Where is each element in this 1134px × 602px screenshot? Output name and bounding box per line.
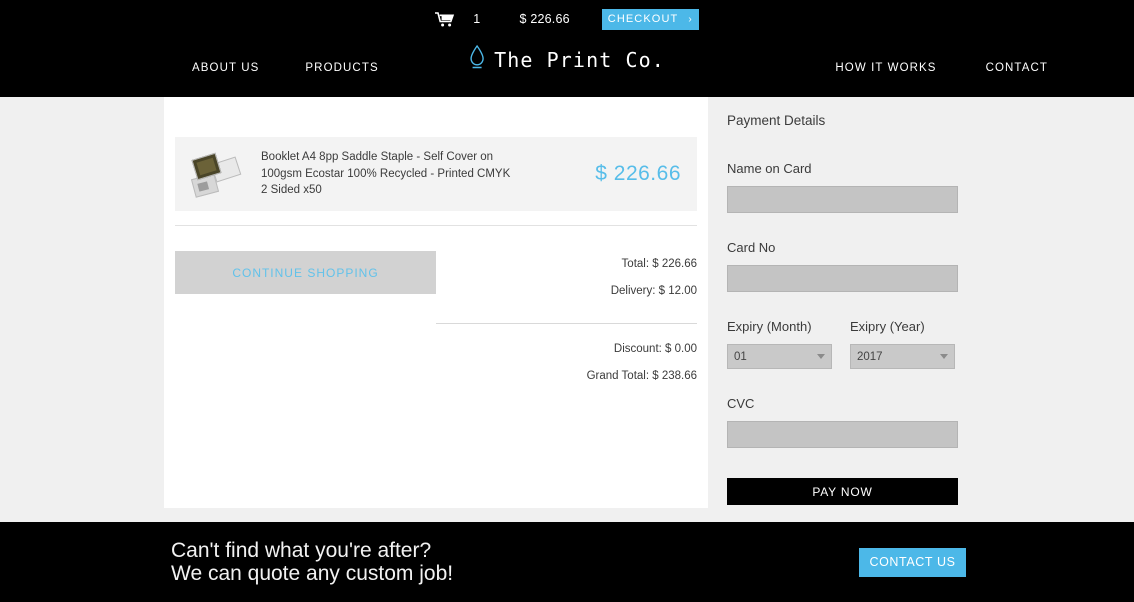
main-content: Booklet A4 8pp Saddle Staple - Self Cove…	[0, 97, 1134, 522]
expiry-year-value: 2017	[857, 350, 883, 363]
cart-line-item: Booklet A4 8pp Saddle Staple - Self Cove…	[175, 137, 697, 211]
cart-actions: CONTINUE SHOPPING Total: $ 226.66 Delive…	[175, 251, 697, 390]
site-footer: Can't find what you're after? We can quo…	[0, 522, 1134, 602]
nav-left-group: ABOUT US PRODUCTS	[192, 62, 379, 74]
continue-shopping-button[interactable]: CONTINUE SHOPPING	[175, 251, 436, 294]
nav-item-products[interactable]: PRODUCTS	[305, 62, 378, 74]
shopping-cart-icon[interactable]	[435, 11, 455, 27]
site-logo[interactable]: The Print Co.	[469, 44, 665, 75]
site-header: 1 $ 226.66 CHECKOUT › ABOUT US PRODUCTS …	[0, 0, 1134, 97]
expiry-month-label: Expiry (Month)	[727, 319, 812, 334]
booklet-product-thumbnail	[187, 146, 249, 202]
card-number-input[interactable]	[727, 265, 958, 292]
pay-now-button[interactable]: PAY NOW	[727, 478, 958, 505]
contact-us-button[interactable]: CONTACT US	[859, 547, 966, 577]
page-root: 1 $ 226.66 CHECKOUT › ABOUT US PRODUCTS …	[0, 0, 1134, 602]
totals-divider	[436, 323, 697, 324]
logo-text: The Print Co.	[494, 47, 665, 72]
nav-right-group: HOW IT WORKS CONTACT	[835, 62, 1048, 74]
expiry-row: Expiry (Month) 01 Exipry (Year) 2017	[727, 319, 958, 369]
name-on-card-input[interactable]	[727, 186, 958, 213]
chevron-down-icon	[817, 354, 825, 359]
footer-message: Can't find what you're after? We can quo…	[171, 539, 453, 586]
cart-quantity: 1	[473, 12, 481, 26]
cart-inner: Booklet A4 8pp Saddle Staple - Self Cove…	[164, 97, 708, 390]
chevron-right-icon: ›	[688, 13, 693, 25]
cvc-group: CVC	[727, 396, 958, 448]
utility-bar: 1 $ 226.66 CHECKOUT ›	[0, 0, 1134, 38]
product-description: Booklet A4 8pp Saddle Staple - Self Cove…	[261, 151, 511, 197]
payment-details-panel: Payment Details Name on Card Card No Exp…	[727, 97, 958, 505]
chevron-down-icon	[940, 354, 948, 359]
cvc-input[interactable]	[727, 421, 958, 448]
name-on-card-label: Name on Card	[727, 161, 812, 176]
expiry-month-group: Expiry (Month) 01	[727, 319, 832, 369]
expiry-year-group: Exipry (Year) 2017	[850, 319, 955, 369]
cart-panel: Booklet A4 8pp Saddle Staple - Self Cove…	[164, 97, 708, 508]
expiry-year-select[interactable]: 2017	[850, 344, 955, 369]
footer-message-line-1: Can't find what you're after?	[171, 538, 432, 562]
checkout-button[interactable]: CHECKOUT ›	[601, 8, 699, 30]
expiry-year-label: Exipry (Year)	[850, 319, 925, 334]
nav-item-about-us[interactable]: ABOUT US	[192, 62, 259, 74]
expiry-month-value: 01	[734, 350, 747, 363]
footer-message-line-2: We can quote any custom job!	[171, 562, 454, 585]
name-on-card-group: Name on Card	[727, 161, 958, 213]
product-price: $ 226.66	[595, 162, 681, 185]
nav-item-contact[interactable]: CONTACT	[986, 62, 1048, 74]
water-drop-icon	[469, 44, 485, 75]
nav-item-how-it-works[interactable]: HOW IT WORKS	[835, 62, 936, 74]
card-number-group: Card No	[727, 240, 958, 292]
discount-amount-line: Discount: $ 0.00	[613, 343, 697, 355]
grand-total-line: Grand Total: $ 238.66	[586, 370, 697, 382]
checkout-button-label: CHECKOUT	[607, 12, 679, 25]
main-navigation: ABOUT US PRODUCTS The Print Co. HOW IT W…	[0, 38, 1134, 97]
total-amount-line: Total: $ 226.66	[621, 258, 697, 270]
cvc-label: CVC	[727, 396, 755, 411]
expiry-month-select[interactable]: 01	[727, 344, 832, 369]
cart-totals: Total: $ 226.66 Delivery: $ 12.00 Discou…	[436, 251, 697, 390]
payment-details-title: Payment Details	[727, 113, 826, 128]
cart-divider	[175, 225, 697, 226]
cart-total-amount: $ 226.66	[519, 12, 570, 26]
card-number-label: Card No	[727, 240, 776, 255]
delivery-amount-line: Delivery: $ 12.00	[610, 285, 697, 297]
